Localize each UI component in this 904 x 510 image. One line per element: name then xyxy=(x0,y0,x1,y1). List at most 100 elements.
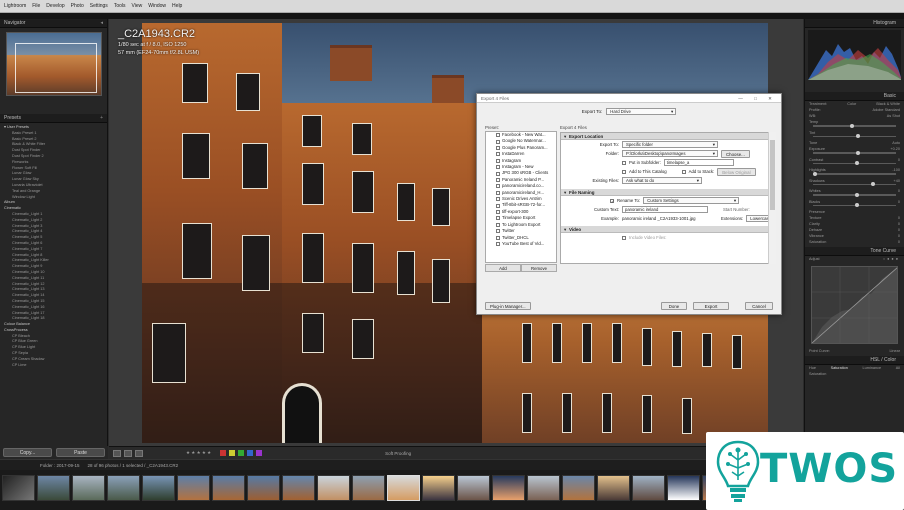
film-thumbnail[interactable] xyxy=(317,475,350,501)
film-thumbnail[interactable] xyxy=(632,475,665,501)
highlights-slider[interactable] xyxy=(813,171,896,176)
rating-stars[interactable]: ★ ★ ★ ★ ★ xyxy=(186,450,211,456)
subfolder-checkbox[interactable] xyxy=(622,160,626,165)
add-preset-button[interactable]: Add xyxy=(485,264,521,272)
contrast-slider[interactable] xyxy=(813,161,896,165)
paste-button[interactable]: Paste xyxy=(56,448,105,457)
navigator-header[interactable]: Navigator ◂ xyxy=(0,19,107,28)
preset-checkbox[interactable] xyxy=(496,242,500,247)
film-thumbnail[interactable] xyxy=(492,475,525,501)
rename-select[interactable]: Custom Settings xyxy=(643,197,740,204)
temp-slider[interactable] xyxy=(813,123,896,128)
tone-curve-graph[interactable] xyxy=(811,266,898,344)
hsl-header[interactable]: HSL / Color xyxy=(805,356,904,365)
section-export-location[interactable]: Export Location xyxy=(561,133,775,140)
histogram[interactable] xyxy=(808,30,901,80)
color-label-blue-icon[interactable] xyxy=(247,450,254,456)
folder-select[interactable]: P:\Dlorka\Desktop\panoImages xyxy=(622,150,718,157)
preset-item[interactable]: CP Lime xyxy=(4,363,107,369)
film-thumbnail[interactable] xyxy=(177,475,210,501)
exposure-slider[interactable] xyxy=(813,150,896,155)
preset-checkbox[interactable] xyxy=(496,229,500,234)
preset-checkbox[interactable] xyxy=(496,203,500,208)
menu-item[interactable]: Window xyxy=(148,0,166,13)
wb-value[interactable]: As Shot xyxy=(887,113,900,119)
whites-slider[interactable] xyxy=(813,192,896,197)
navigator-thumbnail[interactable] xyxy=(5,32,102,96)
point-curve-value[interactable]: Linear xyxy=(889,348,900,354)
preset-checkbox[interactable] xyxy=(496,216,500,221)
survey-view-button[interactable] xyxy=(135,449,143,457)
rename-checkbox[interactable]: ✓ xyxy=(610,198,614,203)
film-thumbnail[interactable] xyxy=(2,475,35,501)
film-thumbnail[interactable] xyxy=(562,475,595,501)
add-stack-checkbox[interactable] xyxy=(681,169,686,174)
film-thumbnail[interactable] xyxy=(37,475,70,501)
preset-checkbox[interactable] xyxy=(496,171,500,176)
include-video-checkbox[interactable] xyxy=(622,235,626,240)
treatment-color[interactable]: Color xyxy=(847,101,856,107)
preset-checkbox[interactable] xyxy=(496,210,500,215)
scroll-thumb[interactable] xyxy=(770,140,775,210)
plugin-manager-button[interactable]: Plug-in Manager... xyxy=(485,302,531,310)
tone-curve-header[interactable]: Tone Curve xyxy=(805,247,904,256)
remove-preset-button[interactable]: Remove xyxy=(521,264,557,272)
curve-channel-icons[interactable]: ○●●● xyxy=(883,256,900,262)
collapse-icon[interactable]: ◂ xyxy=(100,19,103,28)
custom-text-input[interactable]: panoramic ireland xyxy=(622,206,708,213)
point-curve-row[interactable]: Point Curve: Linear xyxy=(805,348,904,354)
subfolder-input[interactable]: timelapse_a xyxy=(663,159,734,166)
whites-value[interactable]: 0 xyxy=(898,188,900,194)
saturation-value[interactable]: 0 xyxy=(898,239,900,245)
blacks-value[interactable]: 0 xyxy=(898,199,900,205)
film-thumbnail[interactable] xyxy=(247,475,280,501)
preset-checkbox[interactable] xyxy=(496,184,500,189)
shadows-slider[interactable] xyxy=(813,182,896,186)
menu-item[interactable]: View xyxy=(132,0,143,13)
window-controls-icon[interactable]: — □ ✕ xyxy=(738,94,777,103)
folder-label[interactable]: Folder : 2017-09-15 xyxy=(40,463,80,468)
basic-header[interactable]: Basic xyxy=(805,92,904,101)
preset-checkbox[interactable] xyxy=(496,139,500,144)
preset-checkbox[interactable] xyxy=(496,190,500,195)
preset-checkbox[interactable] xyxy=(496,152,500,157)
preset-checkbox[interactable] xyxy=(496,146,500,151)
menu-item[interactable]: Settings xyxy=(90,0,108,13)
compare-view-button[interactable] xyxy=(124,449,132,457)
film-thumbnail[interactable] xyxy=(352,475,385,501)
copy-button[interactable]: Copy... xyxy=(3,448,52,457)
loupe-view-button[interactable] xyxy=(113,449,121,457)
menu-item[interactable]: Photo xyxy=(71,0,84,13)
settings-scrollbar[interactable] xyxy=(768,132,776,264)
cancel-button[interactable]: Cancel xyxy=(745,302,773,310)
contrast-value[interactable]: 0 xyxy=(898,157,900,163)
histogram-header[interactable]: Histogram xyxy=(805,19,904,28)
below-original-select[interactable]: Below Original xyxy=(717,167,756,176)
menu-item[interactable]: Develop xyxy=(46,0,64,13)
blacks-slider[interactable] xyxy=(813,203,896,207)
section-video[interactable]: Video xyxy=(561,226,775,233)
export-to-select[interactable]: Hard Drive xyxy=(606,107,677,115)
preset-checkbox[interactable] xyxy=(496,165,500,170)
add-catalog-checkbox[interactable] xyxy=(622,169,626,174)
preset-checkbox[interactable] xyxy=(496,235,500,240)
film-thumbnail[interactable] xyxy=(212,475,245,501)
existing-files-select[interactable]: Ask what to do xyxy=(622,177,702,184)
film-thumbnail[interactable] xyxy=(457,475,490,501)
export-button[interactable]: Export xyxy=(693,302,729,310)
preset-checkbox[interactable] xyxy=(496,222,500,227)
color-label-purple-icon[interactable] xyxy=(256,450,263,456)
preset-checkbox[interactable] xyxy=(496,133,500,138)
choose-button[interactable]: Choose... xyxy=(721,149,750,158)
tab-all[interactable]: All xyxy=(896,365,900,371)
soft-proofing-toggle[interactable]: Soft Proofing xyxy=(385,451,411,456)
color-label-yellow-icon[interactable] xyxy=(229,450,236,456)
color-label-red-icon[interactable] xyxy=(220,450,227,456)
menu-item[interactable]: Help xyxy=(172,0,182,13)
film-thumbnail[interactable] xyxy=(282,475,315,501)
tab-saturation[interactable]: Saturation xyxy=(831,365,848,371)
film-thumbnail[interactable] xyxy=(667,475,700,501)
preset-checkbox[interactable] xyxy=(496,197,500,202)
film-thumbnail-selected[interactable] xyxy=(387,475,420,501)
film-thumbnail[interactable] xyxy=(72,475,105,501)
